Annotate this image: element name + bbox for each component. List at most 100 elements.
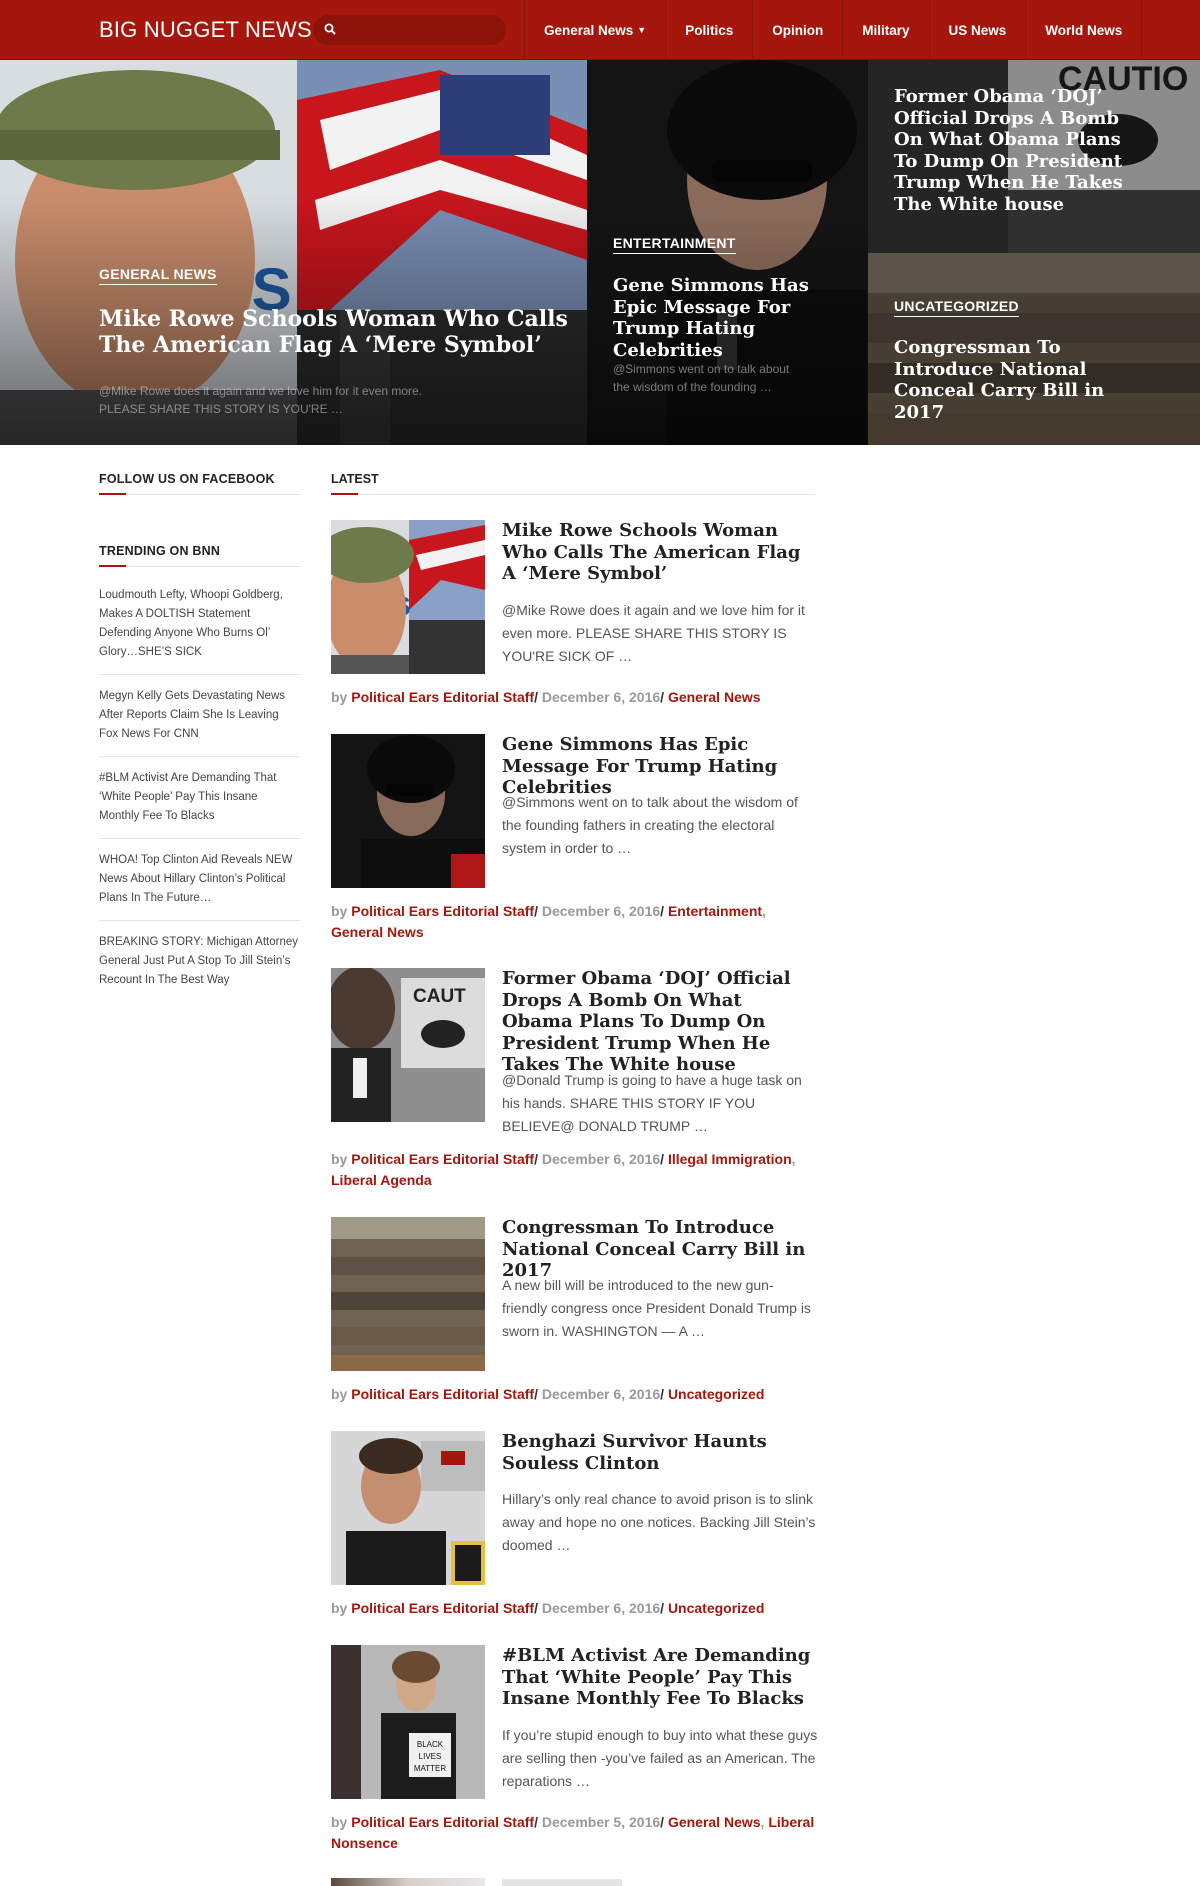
article-meta: by Political Ears Editorial Staff/ Decem… [331,1598,821,1619]
article-thumbnail-partial[interactable] [331,1878,485,1886]
article-image [331,734,485,888]
trending-item[interactable]: #BLM Activist Are Demanding That ‘White … [99,767,300,839]
hero-title[interactable]: Former Obama ‘DOJ’ Official Drops A Bomb… [894,86,1130,216]
meta-separator: / [534,1600,538,1616]
hero-card-conceal-carry[interactable]: UNCATEGORIZED Congressman To Introduce N… [868,253,1200,445]
trending-item[interactable]: Megyn Kelly Gets Devastating News After … [99,685,300,757]
hero-card-obama-doj[interactable]: CAUTIO Former Obama ‘DOJ’ Official Drops… [868,60,1200,253]
trending-item[interactable]: BREAKING STORY: Michigan Attorney Genera… [99,931,300,1002]
trending-heading: TRENDING ON BNN [99,544,300,567]
article-thumbnail[interactable] [331,1431,485,1585]
author-link[interactable]: Political Ears Editorial Staff [351,689,534,705]
nav-label: Military [862,22,910,38]
article-meta: by Political Ears Editorial Staff/ Decem… [331,1812,821,1854]
meta-by: by [331,689,348,705]
article-date: December 6, 2016 [541,1386,661,1402]
author-link[interactable]: Political Ears Editorial Staff [351,1151,534,1167]
hero-card-mike-rowe[interactable]: IS GENERAL NEWS Mike Rowe Schools Woman … [0,60,587,445]
article-title[interactable]: Congressman To Introduce National Concea… [502,1217,818,1282]
article-excerpt: If you’re stupid enough to buy into what… [502,1727,818,1789]
article-excerpt: @Simmons went on to talk about the wisdo… [502,794,798,856]
meta-separator: / [534,689,538,705]
meta-by: by [331,1600,348,1616]
meta-separator: / [660,1386,665,1402]
article-image: CAUT [331,968,485,1122]
site-header: BIG NUGGET NEWS General News ▼ Politics … [0,0,1200,60]
category-link[interactable]: General News [668,689,761,705]
author-link[interactable]: Political Ears Editorial Staff [351,1600,534,1616]
category-link[interactable]: Illegal Immigration [668,1151,792,1167]
meta-comma: , [791,1151,796,1167]
article-image: IS [331,520,485,674]
svg-text:CAUT: CAUT [413,986,466,1007]
article-date: December 6, 2016 [541,689,661,705]
article-meta: by Political Ears Editorial Staff/ Decem… [331,1384,821,1405]
article-title-partial[interactable] [502,1879,622,1886]
nav-label: US News [948,22,1007,38]
author-link[interactable]: Political Ears Editorial Staff [351,1386,534,1402]
trending-item[interactable]: WHOA! Top Clinton Aid Reveals NEW News A… [99,849,300,921]
meta-separator: / [534,1386,538,1402]
category-link[interactable]: General News [331,924,424,940]
article-title[interactable]: Gene Simmons Has Epic Message For Trump … [502,734,818,799]
hero-card-gene-simmons[interactable]: ENTERTAINMENT Gene Simmons Has Epic Mess… [587,60,868,445]
article-thumbnail[interactable]: CAUT [331,968,485,1122]
nav-us-news[interactable]: US News [928,0,1026,60]
hero-category[interactable]: GENERAL NEWS [99,266,217,285]
hero-category[interactable]: ENTERTAINMENT [613,235,736,254]
nav-military[interactable]: Military [842,0,928,60]
article-title[interactable]: Mike Rowe Schools Woman Who Calls The Am… [502,520,818,585]
article-excerpt: Hillary’s only real chance to avoid pris… [502,1491,816,1553]
article-title[interactable]: #BLM Activist Are Demanding That ‘White … [502,1645,818,1710]
article-title[interactable]: Former Obama ‘DOJ’ Official Drops A Bomb… [502,968,818,1076]
article-image [331,1431,485,1585]
search-icon [324,23,336,35]
article-thumbnail[interactable]: IS [331,520,485,674]
article-thumbnail[interactable] [331,1217,485,1371]
search-input[interactable] [313,15,506,45]
hero-title[interactable]: Mike Rowe Schools Woman Who Calls The Am… [99,306,569,359]
nav-label: Opinion [772,22,824,38]
trending-list: Loudmouth Lefty, Whoopi Goldberg, Makes … [99,584,300,1012]
hero-excerpt: @Mike Rowe does it again and we love him… [99,384,422,416]
nav-label: General News [544,22,634,38]
site-logo[interactable]: BIG NUGGET NEWS [99,17,312,43]
article-date: December 6, 2016 [541,1151,661,1167]
category-link[interactable]: Uncategorized [668,1600,764,1616]
meta-separator: / [534,903,538,919]
category-link[interactable]: Liberal Agenda [331,1172,432,1188]
hero-category[interactable]: UNCATEGORIZED [894,298,1019,317]
nav-general-news[interactable]: General News ▼ [524,0,665,60]
chevron-down-icon: ▼ [637,25,647,35]
author-link[interactable]: Political Ears Editorial Staff [351,903,534,919]
article-image: BLACK LIVES MATTER [331,1645,485,1799]
article-excerpt: @Mike Rowe does it again and we love him… [502,602,805,664]
svg-text:BLACK: BLACK [417,1740,444,1749]
nav-politics[interactable]: Politics [665,0,752,60]
hero-excerpt: @Simmons went on to talk about the wisdo… [613,362,790,394]
category-link[interactable]: General News [668,1814,761,1830]
meta-by: by [331,1814,348,1830]
article-date: December 6, 2016 [541,903,661,919]
hero-title[interactable]: Gene Simmons Has Epic Message For Trump … [613,275,853,361]
meta-separator: / [534,1814,538,1830]
article-thumbnail[interactable] [331,734,485,888]
svg-text:MATTER: MATTER [414,1764,447,1773]
article-title[interactable]: Benghazi Survivor Haunts Souless Clinton [502,1431,818,1474]
meta-by: by [331,1151,348,1167]
nav-opinion[interactable]: Opinion [752,0,842,60]
author-link[interactable]: Political Ears Editorial Staff [351,1814,534,1830]
article-meta: by Political Ears Editorial Staff / Decem… [331,1149,821,1191]
meta-by: by [331,903,348,919]
latest-heading: LATEST [331,472,815,495]
category-link[interactable]: Uncategorized [668,1386,764,1402]
meta-separator: / [660,1151,665,1167]
meta-by: by [331,1386,348,1402]
facebook-heading: FOLLOW US ON FACEBOOK [99,472,300,495]
trending-item[interactable]: Loudmouth Lefty, Whoopi Goldberg, Makes … [99,584,300,675]
nav-world-news[interactable]: World News [1025,0,1143,60]
hero-title[interactable]: Congressman To Introduce National Concea… [894,337,1134,423]
article-image [331,1878,485,1886]
article-thumbnail[interactable]: BLACK LIVES MATTER [331,1645,485,1799]
category-link[interactable]: Entertainment [668,903,762,919]
